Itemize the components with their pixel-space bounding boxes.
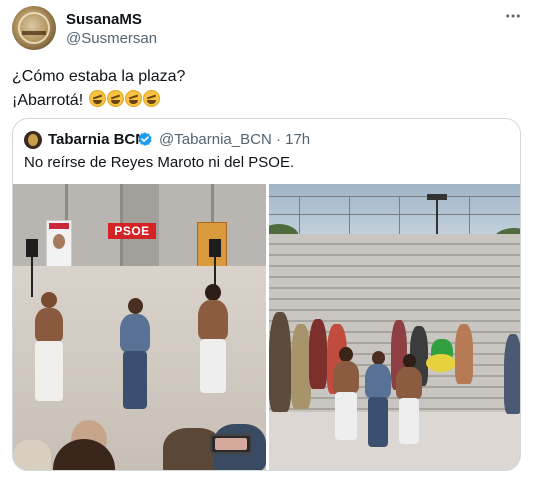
dancer-legs bbox=[200, 339, 226, 393]
dancer-head bbox=[339, 347, 353, 362]
speaker bbox=[209, 239, 221, 257]
quoted-tweet-text: No reírse de Reyes Maroto ni del PSOE. bbox=[24, 154, 295, 171]
dancer-torso bbox=[198, 300, 228, 340]
woman-torso bbox=[120, 314, 150, 352]
woman-head bbox=[128, 298, 143, 314]
dancer-legs bbox=[399, 398, 419, 444]
laughing-emoji-icon bbox=[124, 90, 142, 107]
railing bbox=[269, 214, 520, 215]
railing bbox=[269, 196, 520, 197]
more-options-icon[interactable] bbox=[503, 6, 523, 26]
spectator bbox=[455, 324, 473, 384]
spectator bbox=[269, 312, 291, 412]
phone-recording bbox=[210, 434, 252, 454]
laughing-emoji-icon bbox=[88, 90, 106, 107]
speaker bbox=[26, 239, 38, 257]
quoted-timestamp[interactable]: 17h bbox=[285, 131, 310, 148]
tweet[interactable]: SusanaMS @Susmersan ¿Cómo estaba la plaz… bbox=[0, 0, 547, 479]
media-photo-left[interactable]: PSOE bbox=[13, 184, 266, 470]
poster-face bbox=[53, 234, 65, 249]
dancer-torso bbox=[333, 361, 359, 393]
avatar-ring bbox=[18, 12, 50, 44]
woman-legs bbox=[123, 351, 147, 409]
woman-torso bbox=[365, 364, 391, 398]
spectator bbox=[291, 324, 311, 409]
dancer-torso bbox=[35, 308, 63, 342]
tweet-text-line-1: ¿Cómo estaba la plaza? bbox=[12, 68, 186, 85]
spectator bbox=[13, 440, 51, 470]
author-avatar[interactable] bbox=[12, 6, 56, 50]
dancer-head bbox=[41, 292, 57, 308]
speaker-stand bbox=[31, 257, 33, 297]
ellipsis-icon bbox=[506, 14, 520, 18]
psoe-sign: PSOE bbox=[108, 223, 156, 239]
author-display-name[interactable]: SusanaMS bbox=[66, 11, 142, 28]
dancer-head bbox=[403, 354, 416, 368]
dancer-yellow-skirt bbox=[426, 354, 456, 372]
avatar-bar bbox=[22, 31, 46, 35]
laughing-emoji-icon bbox=[106, 90, 124, 107]
quoted-tweet[interactable]: Tabarnia BCN @Tabarnia_BCN · 17h No reír… bbox=[12, 118, 521, 471]
quoted-media[interactable]: PSOE bbox=[13, 184, 520, 470]
dancer-legs bbox=[35, 341, 63, 401]
spectator bbox=[504, 334, 520, 414]
media-photo-right[interactable] bbox=[269, 184, 520, 470]
quoted-author-handle[interactable]: @Tabarnia_BCN bbox=[159, 131, 272, 148]
plaza-ground bbox=[269, 412, 520, 470]
dancer-torso bbox=[396, 367, 422, 399]
quoted-author-display-name[interactable]: Tabarnia BCN bbox=[48, 131, 146, 148]
spectator bbox=[309, 319, 327, 389]
author-handle[interactable]: @Susmersan bbox=[66, 30, 157, 47]
woman-head bbox=[372, 351, 385, 365]
tweet-text-line-2: ¡Abarrotá! bbox=[12, 90, 160, 111]
verified-badge-icon[interactable] bbox=[136, 131, 154, 149]
quoted-author-meta[interactable]: @Tabarnia_BCN · 17h bbox=[159, 131, 310, 148]
dancer-head bbox=[205, 284, 221, 301]
candidate-poster bbox=[46, 220, 72, 270]
meta-separator: · bbox=[275, 131, 281, 148]
woman-legs bbox=[368, 397, 388, 447]
tweet-text-line-2-text: ¡Abarrotá! bbox=[12, 92, 84, 109]
quoted-author-avatar[interactable] bbox=[24, 131, 42, 149]
poster-header bbox=[49, 223, 69, 229]
dancer-legs bbox=[335, 392, 357, 440]
laughing-emoji-icon bbox=[142, 90, 160, 107]
